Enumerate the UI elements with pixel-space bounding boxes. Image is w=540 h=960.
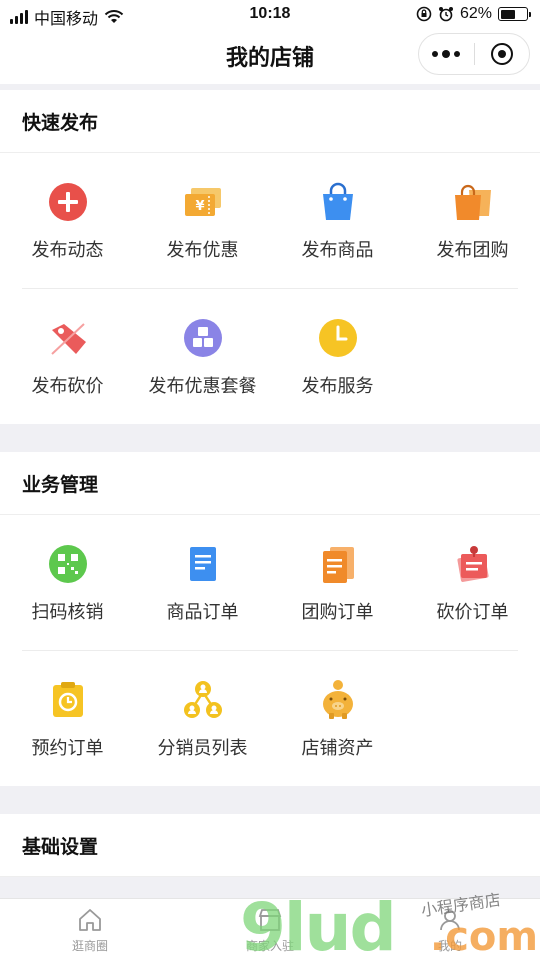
lock-rotation-icon <box>416 6 432 22</box>
grid-row: 发布砍价 发布优惠套餐 发布服务 <box>0 289 540 424</box>
battery-icon <box>498 7 531 21</box>
publish-combo-button[interactable]: 发布优惠套餐 <box>135 289 270 424</box>
publish-product-button[interactable]: 发布商品 <box>270 153 405 288</box>
publish-discount-button[interactable]: ¥ 发布优惠 <box>135 153 270 288</box>
grid-row: 扫码核销 商品订单 团购订单 砍价订单 <box>0 515 540 650</box>
booking-orders-button[interactable]: 预约订单 <box>0 651 135 786</box>
add-circle-icon <box>48 182 87 221</box>
group-orders-button[interactable]: 团购订单 <box>270 515 405 650</box>
coupon-icon: ¥ <box>184 187 221 216</box>
grid-item-label: 发布动态 <box>31 239 104 260</box>
grid-item-label: 预约订单 <box>31 737 104 758</box>
publish-group-buy-button[interactable]: 发布团购 <box>405 153 540 288</box>
tab-mine[interactable]: 我的 <box>360 899 540 960</box>
status-bar: 中国移动 10:18 62% <box>0 0 540 30</box>
section-title-basic: 基础设置 <box>0 814 540 877</box>
clipboard-clock-icon <box>52 681 83 717</box>
piggy-bank-icon <box>322 679 353 719</box>
product-orders-button[interactable]: 商品订单 <box>135 515 270 650</box>
stacked-docs-icon <box>322 546 354 583</box>
close-icon[interactable] <box>474 34 529 74</box>
page-content: 快速发布 发布动态 ¥ 发布优惠 发布商品 发布团购 发布砍价 发布优惠套餐 发… <box>0 90 540 905</box>
store-icon <box>258 908 282 931</box>
group-bags-icon <box>454 184 491 220</box>
grid-item-label: 商品订单 <box>166 601 239 622</box>
grid-item-label: 发布优惠 <box>166 239 239 260</box>
grid-item-label: 砍价订单 <box>436 601 509 622</box>
section-title-business: 业务管理 <box>0 452 540 515</box>
tab-label: 我的 <box>437 938 462 953</box>
user-icon <box>440 909 460 930</box>
business-section: 业务管理 扫码核销 商品订单 团购订单 砍价订单 预约订单 分销员列表 店铺资产 <box>0 452 540 786</box>
tab-bar: 逛商圈 商家入驻 我的 <box>0 898 540 960</box>
pinned-note-icon <box>456 545 489 582</box>
menu-capsule <box>418 33 530 75</box>
shopping-bag-icon <box>322 182 353 220</box>
battery-percent: 62% <box>459 5 492 22</box>
clock-icon <box>318 318 357 357</box>
grid-item-label: 发布商品 <box>301 239 374 260</box>
quick-publish-section: 快速发布 发布动态 ¥ 发布优惠 发布商品 发布团购 发布砍价 发布优惠套餐 发… <box>0 90 540 424</box>
svg-text:¥: ¥ <box>195 199 204 214</box>
nav-bar: 我的店铺 <box>0 30 540 84</box>
tab-label: 逛商圈 <box>71 938 108 953</box>
price-tag-icon <box>50 322 86 355</box>
grid-item-label: 发布优惠套餐 <box>148 375 257 396</box>
grid-item-label: 发布砍价 <box>31 375 104 396</box>
scan-verify-button[interactable]: 扫码核销 <box>0 515 135 650</box>
qr-scan-icon <box>48 544 87 583</box>
publish-post-button[interactable]: 发布动态 <box>0 153 135 288</box>
tab-merchant-join[interactable]: 商家入驻 <box>180 899 360 960</box>
bargain-orders-button[interactable]: 砍价订单 <box>405 515 540 650</box>
status-right: 62% <box>416 5 531 23</box>
grid-item-label: 团购订单 <box>301 601 374 622</box>
tab-label: 商家入驻 <box>245 938 294 953</box>
store-assets-button[interactable]: 店铺资产 <box>270 651 405 786</box>
tab-browse[interactable]: 逛商圈 <box>0 899 180 960</box>
people-network-icon <box>183 680 222 718</box>
more-icon[interactable] <box>419 34 474 74</box>
grid-item-label: 分销员列表 <box>157 737 248 758</box>
grid-item-label: 发布服务 <box>301 375 374 396</box>
document-icon <box>189 546 216 581</box>
section-title-quick-publish: 快速发布 <box>0 90 540 153</box>
grid-item-label: 扫码核销 <box>31 601 104 622</box>
basic-settings-section: 基础设置 <box>0 814 540 877</box>
grid-item-label: 发布团购 <box>436 239 509 260</box>
distributor-list-button[interactable]: 分销员列表 <box>135 651 270 786</box>
grid-item-label: 店铺资产 <box>301 737 374 758</box>
publish-service-button[interactable]: 发布服务 <box>270 289 405 424</box>
grid-row: 发布动态 ¥ 发布优惠 发布商品 发布团购 <box>0 153 540 288</box>
publish-bargain-button[interactable]: 发布砍价 <box>0 289 135 424</box>
cubes-icon <box>183 318 222 357</box>
alarm-icon <box>438 7 453 22</box>
grid-row: 预约订单 分销员列表 店铺资产 <box>0 651 540 786</box>
home-icon <box>79 908 101 931</box>
